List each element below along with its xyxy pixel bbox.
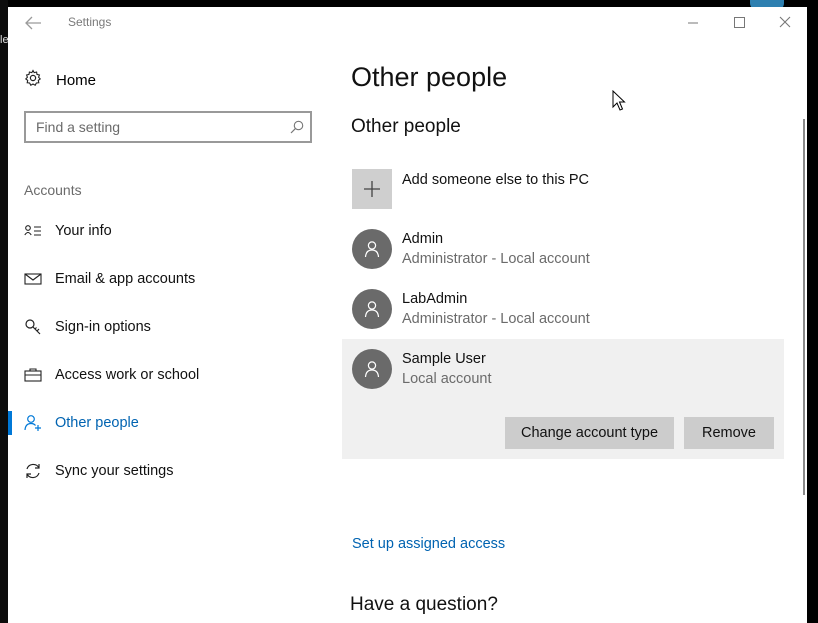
avatar-icon (352, 349, 392, 389)
avatar-icon (352, 289, 392, 329)
sidebar-item-label: Access work or school (55, 367, 200, 383)
sidebar-item-label: Sync your settings (55, 463, 174, 479)
mouse-cursor-icon (612, 89, 626, 117)
remove-button[interactable]: Remove (684, 417, 774, 449)
briefcase-icon (24, 366, 42, 384)
change-account-type-button[interactable]: Change account type (505, 417, 674, 449)
contact-card-icon (24, 222, 42, 240)
avatar-icon (352, 229, 392, 269)
desktop-background (0, 0, 8, 623)
add-someone-label: Add someone else to this PC (402, 172, 589, 188)
user-row-admin[interactable]: Admin Administrator - Local account (342, 219, 784, 279)
user-name: LabAdmin (402, 291, 468, 307)
key-icon (24, 318, 42, 336)
minimize-button[interactable] (678, 11, 708, 35)
maximize-button[interactable] (724, 11, 754, 35)
gear-icon (24, 68, 42, 92)
title-bar: Settings (8, 7, 807, 39)
home-label: Home (56, 71, 97, 89)
user-row-sample-user[interactable]: Sample User Local account Change account… (342, 339, 784, 459)
user-row-labadmin[interactable]: LabAdmin Administrator - Local account (342, 279, 784, 339)
mail-icon (24, 270, 42, 288)
section-title: Other people (351, 116, 461, 137)
sidebar-item-label: Other people (55, 415, 139, 431)
sidebar-item-label: Sign-in options (55, 319, 151, 335)
sidebar-item-your-info[interactable]: Your info (24, 218, 324, 244)
settings-window: Settings Home Accounts Your info (8, 7, 807, 623)
scrollbar[interactable] (803, 119, 805, 495)
plus-icon (352, 169, 392, 209)
user-account-type: Administrator - Local account (402, 251, 590, 267)
search-input[interactable] (36, 117, 276, 137)
active-indicator (8, 411, 12, 435)
assigned-access-link[interactable]: Set up assigned access (352, 536, 505, 552)
sidebar-section-header: Accounts (24, 182, 82, 198)
sidebar-item-label: Your info (55, 223, 112, 239)
close-button[interactable] (770, 11, 800, 35)
window-title: Settings (68, 15, 112, 29)
user-account-type: Local account (402, 371, 492, 387)
page-title: Other people (351, 62, 508, 92)
user-account-type: Administrator - Local account (402, 311, 590, 327)
sidebar-item-other-people[interactable]: Other people (24, 410, 324, 436)
help-section-title: Have a question? (350, 594, 498, 615)
sidebar-item-work-school[interactable]: Access work or school (24, 362, 324, 388)
search-icon[interactable] (290, 120, 304, 139)
home-nav-item[interactable]: Home (24, 68, 97, 92)
sidebar-item-sync[interactable]: Sync your settings (24, 458, 324, 484)
back-arrow-icon[interactable] (22, 13, 44, 33)
sync-icon (24, 462, 42, 480)
person-add-icon (24, 414, 42, 432)
sidebar-item-label: Email & app accounts (55, 271, 196, 287)
sidebar-item-sign-in[interactable]: Sign-in options (24, 314, 324, 340)
add-someone-button[interactable]: Add someone else to this PC (352, 169, 782, 209)
user-name: Sample User (402, 351, 486, 367)
search-box[interactable] (24, 111, 312, 143)
sidebar-item-email[interactable]: Email & app accounts (24, 266, 324, 292)
user-name: Admin (402, 231, 444, 247)
